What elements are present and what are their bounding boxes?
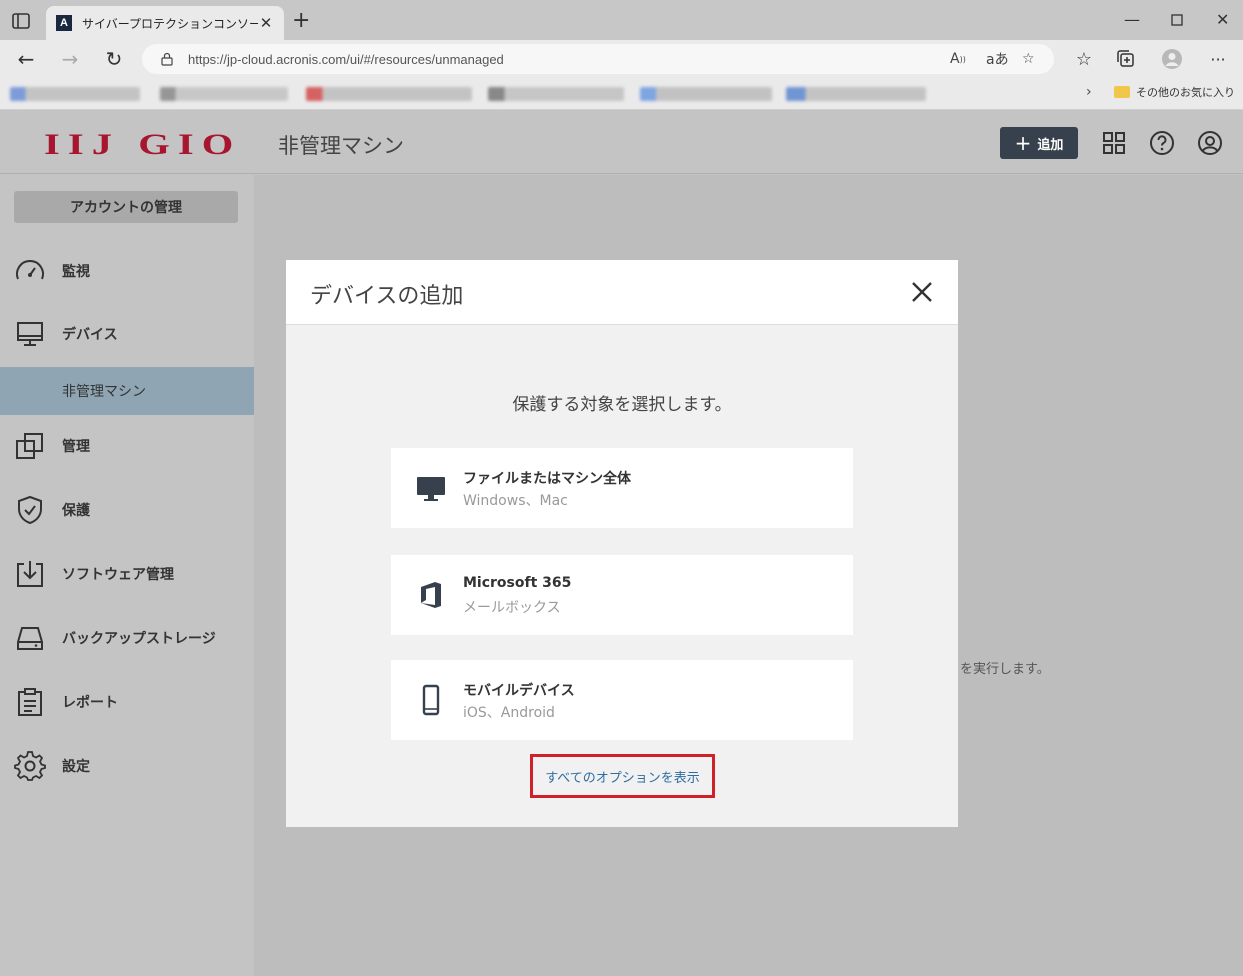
sidebar-item-label: 監視 xyxy=(62,264,90,280)
sidebar-item-label: 非管理マシン xyxy=(62,384,146,400)
clipboard-icon xyxy=(18,688,42,716)
favorites-icon[interactable]: ☆ xyxy=(1072,48,1096,70)
read-aloud-icon[interactable]: A)) xyxy=(950,44,966,74)
close-icon[interactable] xyxy=(908,278,936,306)
desktop-icon xyxy=(417,477,445,501)
add-favorite-icon[interactable]: ☆ xyxy=(1022,44,1035,74)
back-icon[interactable]: ← xyxy=(14,47,38,71)
bookmark-item[interactable] xyxy=(488,87,624,101)
modal-title: デバイスの追加 xyxy=(310,284,464,309)
plus-icon: + xyxy=(1014,131,1032,155)
tab-close-icon[interactable]: ✕ xyxy=(258,14,274,32)
shield-icon xyxy=(18,495,42,525)
option-mobile-device[interactable]: モバイルデバイス iOS、Android xyxy=(391,660,853,740)
forward-icon[interactable]: → xyxy=(58,47,82,71)
more-menu-icon[interactable]: ··· xyxy=(1206,48,1230,70)
dashboard-gauge-icon xyxy=(16,260,44,280)
page-title: 非管理マシン xyxy=(278,134,404,158)
modal-header: デバイスの追加 xyxy=(286,260,958,325)
modal-subtitle: 保護する対象を選択します。 xyxy=(512,395,732,415)
sidebar: アカウントの管理 監視 デバイス 非管理マシン 管理 保護 ソフトウェア管理 バ… xyxy=(0,174,254,976)
monitor-icon xyxy=(17,322,43,346)
bookmark-item[interactable] xyxy=(306,87,472,101)
account-management-button[interactable]: アカウントの管理 xyxy=(14,191,238,223)
option-subtitle: iOS、Android xyxy=(463,705,555,721)
copy-squares-icon xyxy=(16,433,43,459)
sidebar-item-label: バックアップストレージ xyxy=(62,631,216,647)
collections-icon[interactable] xyxy=(1115,48,1139,70)
option-title: ファイルまたはマシン全体 xyxy=(463,471,631,487)
profile-avatar-icon[interactable] xyxy=(1160,48,1184,70)
bookmark-item[interactable] xyxy=(786,87,926,101)
option-subtitle: メールボックス xyxy=(463,600,561,616)
refresh-icon[interactable]: ↻ xyxy=(102,47,126,71)
acronis-favicon-icon: A xyxy=(56,15,72,31)
bookmark-item[interactable] xyxy=(160,87,288,101)
lock-icon xyxy=(161,52,173,66)
url-text: https://jp-cloud.acronis.com/ui/#/resour… xyxy=(188,51,504,67)
apps-grid-icon[interactable] xyxy=(1101,130,1127,156)
sidebar-item-monitoring[interactable]: 監視 xyxy=(0,247,254,295)
sidebar-item-protection[interactable]: 保護 xyxy=(0,486,254,534)
sidebar-item-unmanaged-machines[interactable]: 非管理マシン xyxy=(0,367,254,415)
download-box-icon xyxy=(17,561,43,587)
sidebar-item-label: 設定 xyxy=(62,759,90,775)
sidebar-item-reports[interactable]: レポート xyxy=(0,678,254,726)
sidebar-item-label: ソフトウェア管理 xyxy=(62,567,174,583)
browser-tab-bar: A サイバープロテクションコンソール ✕ + — ✕ xyxy=(0,0,1243,40)
sidebar-item-label: 保護 xyxy=(62,503,90,519)
sidebar-item-label: デバイス xyxy=(62,327,118,343)
option-subtitle: Windows、Mac xyxy=(463,493,568,509)
address-bar-row: ← → ↻ https://jp-cloud.acronis.com/ui/#/… xyxy=(0,40,1243,78)
drive-icon xyxy=(17,627,43,650)
add-device-modal: デバイスの追加 保護する対象を選択します。 ファイルまたはマシン全体 Windo… xyxy=(286,260,958,827)
iij-gio-logo: IIJ GIO xyxy=(44,128,242,161)
app-header: IIJ GIO 非管理マシン + 追加 xyxy=(0,110,1243,174)
add-button-label: 追加 xyxy=(1037,137,1064,153)
office-icon xyxy=(421,582,441,608)
sidebar-item-backup-storage[interactable]: バックアップストレージ xyxy=(0,614,254,662)
maximize-icon[interactable] xyxy=(1171,14,1183,26)
window-close-icon[interactable]: ✕ xyxy=(1216,10,1229,29)
sidebar-item-management[interactable]: 管理 xyxy=(0,422,254,470)
sidebar-item-label: レポート xyxy=(62,695,118,711)
tab-actions-icon[interactable] xyxy=(10,11,32,31)
add-button[interactable]: + 追加 xyxy=(1000,127,1078,159)
background-message: を実行します。 xyxy=(960,662,1050,677)
sidebar-item-devices[interactable]: デバイス xyxy=(0,310,254,358)
folder-icon xyxy=(1114,86,1130,98)
user-account-icon[interactable] xyxy=(1197,130,1223,156)
new-tab-icon[interactable]: + xyxy=(292,10,310,32)
gear-icon xyxy=(14,751,46,781)
minimize-icon[interactable]: — xyxy=(1124,10,1140,29)
tab-title: サイバープロテクションコンソール xyxy=(82,16,258,31)
sidebar-item-label: 管理 xyxy=(62,439,90,455)
help-icon[interactable] xyxy=(1149,130,1175,156)
option-title: Microsoft 365 xyxy=(463,575,572,591)
smartphone-icon xyxy=(422,684,440,716)
chevron-right-icon[interactable]: › xyxy=(1086,84,1092,100)
other-favorites-label: その他のお気に入り xyxy=(1136,86,1235,99)
translate-icon[interactable]: aあ xyxy=(986,44,1009,74)
option-microsoft-365[interactable]: Microsoft 365 メールボックス xyxy=(391,555,853,635)
bookmark-item[interactable] xyxy=(10,87,140,101)
url-field[interactable]: https://jp-cloud.acronis.com/ui/#/resour… xyxy=(142,44,1054,74)
sidebar-item-software-management[interactable]: ソフトウェア管理 xyxy=(0,550,254,598)
browser-tab[interactable]: A サイバープロテクションコンソール ✕ xyxy=(46,6,284,40)
option-files-or-machine[interactable]: ファイルまたはマシン全体 Windows、Mac xyxy=(391,448,853,528)
sidebar-item-settings[interactable]: 設定 xyxy=(0,742,254,790)
bookmarks-bar: › その他のお気に入り xyxy=(0,78,1243,110)
other-favorites[interactable]: その他のお気に入り xyxy=(1114,84,1235,100)
bookmark-item[interactable] xyxy=(640,87,772,101)
show-all-options-link[interactable]: すべてのオプションを表示 xyxy=(530,754,715,798)
option-title: モバイルデバイス xyxy=(463,683,575,699)
